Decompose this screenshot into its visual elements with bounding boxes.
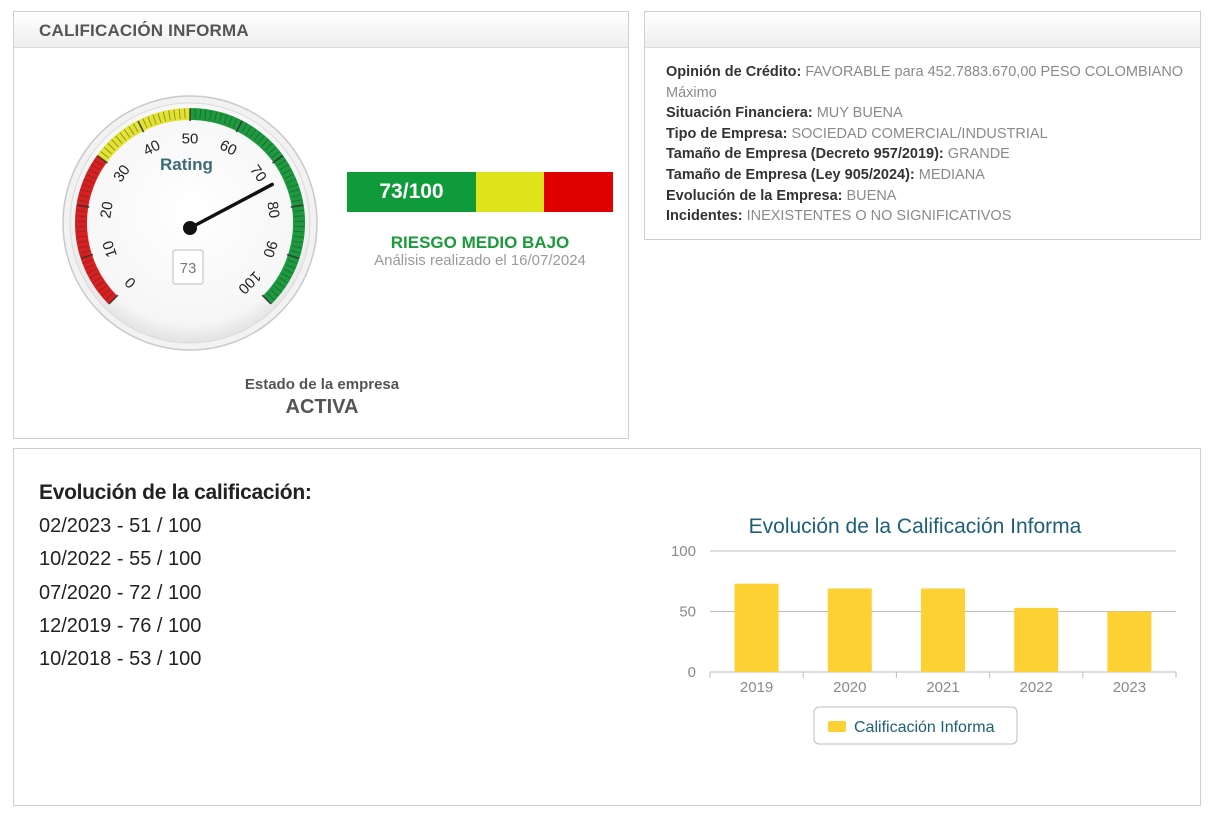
evolution-title: Evolución de la calificación:	[39, 481, 312, 504]
gauge-value-text: 73	[180, 260, 197, 277]
score-bar: 73/100	[347, 172, 613, 212]
score-bar-red-segment	[544, 172, 613, 212]
company-status-value: ACTIVA	[285, 396, 359, 418]
history-item: 02/2023 - 51 / 100	[39, 515, 202, 537]
legend-swatch	[828, 721, 846, 732]
chart-title: Evolución de la Calificación Informa	[749, 515, 1082, 538]
opinion-key: Tamaño de Empresa (Decreto 957/2019):	[666, 146, 944, 163]
opinion-row-credit: Opinión de Crédito: FAVORABLE para 452.7…	[666, 62, 1186, 103]
credit-opinion-panel: Opinión de Crédito: FAVORABLE para 452.7…	[644, 11, 1201, 240]
history-item: 07/2020 - 72 / 100	[39, 581, 202, 604]
chart-x-tick-label: 2020	[833, 679, 866, 696]
opinion-row-company-type: Tipo de Empresa: SOCIEDAD COMERCIAL/INDU…	[666, 124, 1186, 145]
score-bar-value: 73/100	[347, 172, 476, 212]
gauge-label: Rating	[160, 155, 213, 174]
chart-bar[interactable]	[1014, 607, 1059, 672]
rating-panel-title: CALIFICACIÓN INFORMA	[14, 12, 628, 48]
rating-evolution-panel: Evolución de la calificación: 02/2023 - …	[13, 448, 1201, 806]
chart-x-tick-label: 2021	[926, 679, 959, 696]
chart-y-tick-label: 50	[679, 604, 696, 621]
opinion-value: MUY BUENA	[816, 105, 903, 122]
chart-bar[interactable]	[1107, 611, 1152, 673]
company-status-label: Estado de la empresa	[244, 376, 400, 393]
credit-opinion-list: Opinión de Crédito: FAVORABLE para 452.7…	[666, 62, 1186, 227]
opinion-row-evolution: Evolución de la Empresa: BUENA	[666, 186, 1186, 207]
opinion-row-financial-situation: Situación Financiera: MUY BUENA	[666, 103, 1186, 124]
gauge-tick-label: 20	[97, 200, 116, 219]
score-bar-yellow-segment	[476, 172, 544, 212]
opinion-key: Opinión de Crédito:	[666, 64, 802, 80]
risk-label: RIESGO MEDIO BAJO	[390, 233, 570, 252]
history-item: 10/2022 - 55 / 100	[39, 548, 202, 571]
evolution-history-list: 02/2023 - 51 / 100 10/2022 - 55 / 100 07…	[39, 510, 201, 676]
opinion-key: Situación Financiera:	[666, 105, 813, 122]
chart-x-tick-label: 2019	[740, 679, 773, 696]
chart-y-tick-label: 100	[671, 543, 696, 560]
opinion-value: SOCIEDAD COMERCIAL/INDUSTRIAL	[791, 125, 1048, 142]
opinion-row-size-law: Tamaño de Empresa (Ley 905/2024): MEDIAN…	[666, 165, 1186, 186]
rating-gauge: 010203040 50 60708090100 Rating 73	[62, 95, 318, 351]
opinion-value: MEDIANA	[918, 166, 985, 183]
analysis-date: Análisis realizado el 16/07/2024	[374, 252, 586, 269]
history-item: 12/2019 - 76 / 100	[39, 614, 202, 637]
opinion-key: Tamaño de Empresa (Ley 905/2024):	[666, 166, 915, 183]
chart-y-tick-label: 0	[688, 664, 696, 681]
chart-bar[interactable]	[921, 588, 965, 673]
gauge-hub	[183, 221, 197, 235]
opinion-value: INEXISTENTES O NO SIGNIFICATIVOS	[746, 208, 1012, 225]
chart-bar[interactable]	[734, 583, 779, 672]
chart-bar[interactable]	[827, 588, 872, 673]
chart-x-tick-label: 2022	[1020, 679, 1053, 696]
gauge-tick-label: 80	[263, 200, 282, 219]
rating-panel: CALIFICACIÓN INFORMA 0 10 20 30 40 50 60 70 80 90…	[13, 11, 629, 439]
opinion-key: Incidentes:	[666, 208, 743, 225]
opinion-value: GRANDE	[947, 146, 1010, 163]
chart-x-tick-label: 2023	[1113, 679, 1146, 696]
opinion-key: Evolución de la Empresa:	[666, 187, 843, 204]
credit-opinion-header	[645, 12, 1200, 48]
opinion-row-size-decree: Tamaño de Empresa (Decreto 957/2019): GR…	[666, 144, 1186, 165]
gauge-tick-label: 50	[182, 131, 199, 148]
opinion-key: Tipo de Empresa:	[666, 125, 788, 142]
opinion-row-incidents: Incidentes: INEXISTENTES O NO SIGNIFICAT…	[666, 206, 1186, 227]
opinion-value: BUENA	[846, 187, 897, 204]
legend-label: Calificación Informa	[854, 719, 995, 736]
evolution-chart: Evolución de la Calificación Informa 0 50…	[671, 515, 1177, 745]
history-item: 10/2018 - 53 / 100	[39, 648, 202, 671]
chart-legend[interactable]: Calificación Informa	[813, 706, 1018, 745]
